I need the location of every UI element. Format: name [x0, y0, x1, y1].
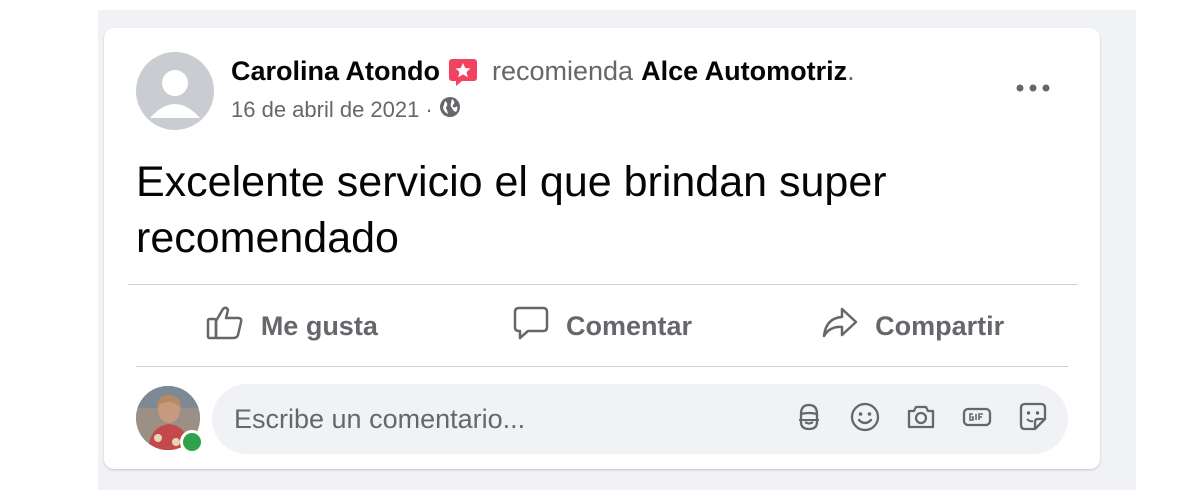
speech-bubble-icon — [512, 305, 566, 348]
more-options-icon[interactable] — [1009, 70, 1057, 106]
divider-bottom — [136, 366, 1068, 367]
like-label: Me gusta — [260, 310, 378, 341]
share-label: Compartir — [875, 310, 1005, 341]
author-name[interactable]: Carolina Atondo — [231, 56, 440, 87]
post-text: Excelente servicio el que brindan super … — [136, 158, 887, 262]
comment-tools — [792, 384, 1050, 454]
header-period: . — [847, 56, 855, 86]
gif-icon[interactable] — [938, 400, 994, 439]
emoji-icon[interactable] — [826, 400, 882, 439]
share-button[interactable]: Compartir — [757, 286, 1068, 366]
meta-separator: · — [425, 97, 433, 122]
like-button[interactable]: Me gusta — [136, 286, 447, 366]
business-name[interactable]: Alce Automotriz — [641, 56, 847, 87]
post-date[interactable]: 16 de abril de 2021 — [231, 97, 419, 123]
recommends-text: recomienda — [492, 56, 634, 86]
sticker-icon[interactable] — [994, 400, 1050, 439]
comment-label: Comentar — [565, 310, 693, 341]
thumbs-up-icon — [205, 305, 261, 348]
post-meta: 16 de abril de 2021 · — [231, 96, 461, 124]
recommendation-post-card: Carolina Atondo recomienda Alce Automotr… — [104, 28, 1100, 469]
comment-box — [212, 384, 1068, 454]
recommendation-badge-icon — [448, 57, 478, 87]
post-actions: Me gusta Comentar Compartir — [136, 286, 1068, 366]
comment-button[interactable]: Comentar — [447, 286, 758, 366]
avatar-sticker-icon[interactable] — [792, 400, 826, 439]
globe-icon[interactable] — [439, 96, 461, 124]
post-header: Carolina Atondo recomienda Alce Automotr… — [231, 56, 855, 87]
author-avatar[interactable] — [136, 52, 214, 130]
comment-composer — [136, 384, 1068, 456]
online-status-indicator — [180, 430, 204, 454]
camera-icon[interactable] — [882, 400, 938, 439]
share-arrow-icon — [821, 305, 875, 348]
comment-input[interactable] — [234, 384, 754, 454]
divider-top — [128, 284, 1078, 285]
